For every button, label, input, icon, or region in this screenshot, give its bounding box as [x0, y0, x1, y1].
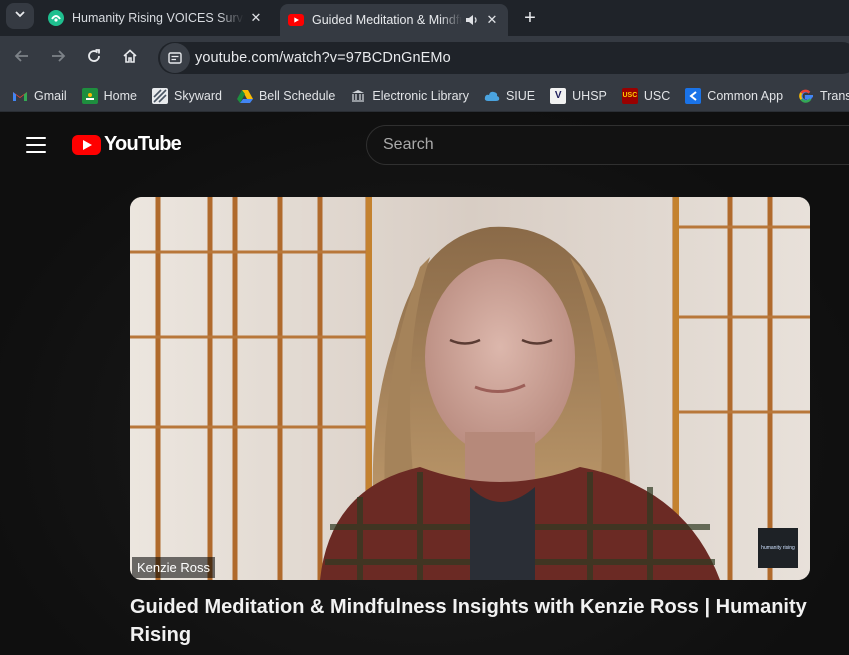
bookmark-label: Gmail: [34, 88, 67, 103]
bookmark-label: USC: [643, 88, 671, 103]
bookmark-label: Home: [103, 88, 137, 103]
bookmark-common-app[interactable]: Common App: [685, 87, 784, 104]
usc-icon: USC: [621, 87, 638, 104]
watermark-text: humanity rising: [761, 545, 795, 551]
bookmark-bell-schedule[interactable]: Bell Schedule: [236, 88, 336, 104]
search-box[interactable]: [366, 125, 849, 165]
bookmark-label: UHSP: [572, 88, 607, 103]
bookmark-gmail[interactable]: Gmail: [12, 88, 67, 104]
close-icon[interactable]: ✕: [248, 10, 264, 26]
gmail-icon: [12, 88, 28, 104]
youtube-play-icon: [72, 134, 101, 155]
tab-humanity-rising-survey[interactable]: Humanity Rising VOICES Survey ✕: [40, 4, 272, 32]
search-input[interactable]: [383, 136, 849, 154]
address-bar[interactable]: youtube.com/watch?v=97BCDnGnEMo: [158, 42, 849, 74]
reload-button[interactable]: [81, 45, 107, 71]
skyward-icon: [152, 87, 168, 104]
tab-title: Humanity Rising VOICES Survey: [72, 11, 244, 25]
back-button[interactable]: [9, 45, 35, 71]
plus-icon: +: [524, 6, 536, 29]
bookmark-uhsp[interactable]: V UHSP: [550, 87, 607, 104]
channel-watermark[interactable]: humanity rising: [758, 528, 798, 568]
bookmark-label: Electronic Library: [372, 88, 469, 103]
tab-strip: Humanity Rising VOICES Survey ✕ Guided M…: [0, 0, 849, 36]
drive-icon: [236, 88, 253, 104]
bookmark-translate[interactable]: Translate: [798, 88, 849, 104]
video-player[interactable]: Kenzie Ross humanity rising: [130, 197, 810, 580]
tab-search-button[interactable]: [6, 3, 34, 29]
common-app-icon: [685, 87, 702, 104]
youtube-logo[interactable]: YouTube: [72, 133, 182, 156]
menu-icon[interactable]: [26, 137, 46, 153]
site-info-icon[interactable]: [160, 43, 190, 73]
chevron-down-icon: [14, 7, 26, 25]
bookmark-label: Bell Schedule: [258, 88, 336, 103]
home-button[interactable]: [117, 45, 143, 71]
google-icon: [798, 88, 814, 104]
forward-button[interactable]: [45, 45, 71, 71]
new-tab-button[interactable]: +: [518, 6, 542, 30]
bookmark-label: SIUE: [505, 88, 536, 103]
bookmark-label: Common App: [707, 88, 784, 103]
arrow-right-icon: [50, 48, 66, 69]
bookmark-label: Translate: [820, 88, 849, 103]
speaker-icon[interactable]: [464, 12, 480, 28]
bookmarks-bar: Gmail Home Skyward Bell Schedule Electro…: [0, 80, 849, 112]
video-title: Guided Meditation & Mindfulness Insights…: [130, 596, 807, 646]
cloud-icon: [484, 88, 500, 104]
youtube-wordmark: YouTube: [104, 133, 182, 155]
classroom-icon: [81, 87, 98, 104]
bookmark-skyward[interactable]: Skyward: [152, 87, 222, 104]
library-icon: [350, 88, 366, 104]
uhsp-icon: V: [550, 87, 567, 104]
youtube-icon: [288, 12, 304, 28]
bookmark-label: Skyward: [174, 88, 222, 103]
browser-toolbar: youtube.com/watch?v=97BCDnGnEMo: [0, 36, 849, 80]
video-frame: [130, 197, 810, 580]
bookmark-siue[interactable]: SIUE: [484, 88, 535, 104]
bookmark-electronic-library[interactable]: Electronic Library: [350, 88, 469, 104]
arrow-left-icon: [14, 48, 30, 69]
humanity-rising-icon: [48, 10, 64, 26]
reload-icon: [86, 48, 102, 69]
youtube-page: YouTube Search Kenzie Ross humanity risi…: [0, 113, 849, 655]
bookmark-usc[interactable]: USC USC: [621, 87, 671, 104]
url-text[interactable]: youtube.com/watch?v=97BCDnGnEMo: [195, 50, 451, 66]
bookmark-home[interactable]: Home: [81, 87, 137, 104]
home-icon: [122, 48, 138, 69]
speaker-name-label: Kenzie Ross: [132, 557, 215, 578]
tab-title: Guided Meditation & Mindfulness Insights…: [312, 13, 462, 27]
tab-youtube-video[interactable]: Guided Meditation & Mindfulness Insights…: [280, 4, 508, 36]
close-icon[interactable]: ✕: [484, 12, 500, 28]
